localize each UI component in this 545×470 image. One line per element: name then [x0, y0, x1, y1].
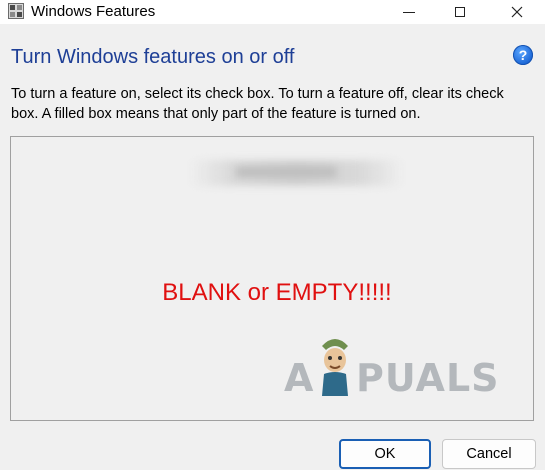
- blank-annotation: BLANK or EMPTY!!!!!: [162, 279, 392, 306]
- windows-features-dialog: Windows Features Turn Windows features o…: [0, 0, 545, 470]
- mascot-icon: [322, 339, 348, 396]
- cancel-button[interactable]: Cancel: [442, 439, 536, 469]
- maximize-button[interactable]: [437, 0, 483, 24]
- watermark-text: PUALS: [356, 356, 500, 400]
- ok-button[interactable]: OK: [339, 439, 431, 469]
- windows-features-icon: [8, 3, 24, 19]
- maximize-icon: [455, 7, 465, 17]
- close-icon: [511, 6, 523, 18]
- title-bar[interactable]: Windows Features: [0, 0, 545, 24]
- appuals-watermark: A PUALS: [282, 339, 502, 402]
- page-title: Turn Windows features on or off: [11, 46, 295, 68]
- close-button[interactable]: [494, 0, 540, 24]
- blurred-feature-text: [236, 167, 336, 177]
- minimize-button[interactable]: [386, 0, 432, 24]
- window-title: Windows Features: [31, 3, 156, 20]
- watermark-letter-a: A: [284, 356, 315, 400]
- help-icon[interactable]: ?: [513, 45, 533, 65]
- instructions-text: To turn a feature on, select its check b…: [11, 86, 504, 122]
- minimize-icon: [403, 11, 415, 13]
